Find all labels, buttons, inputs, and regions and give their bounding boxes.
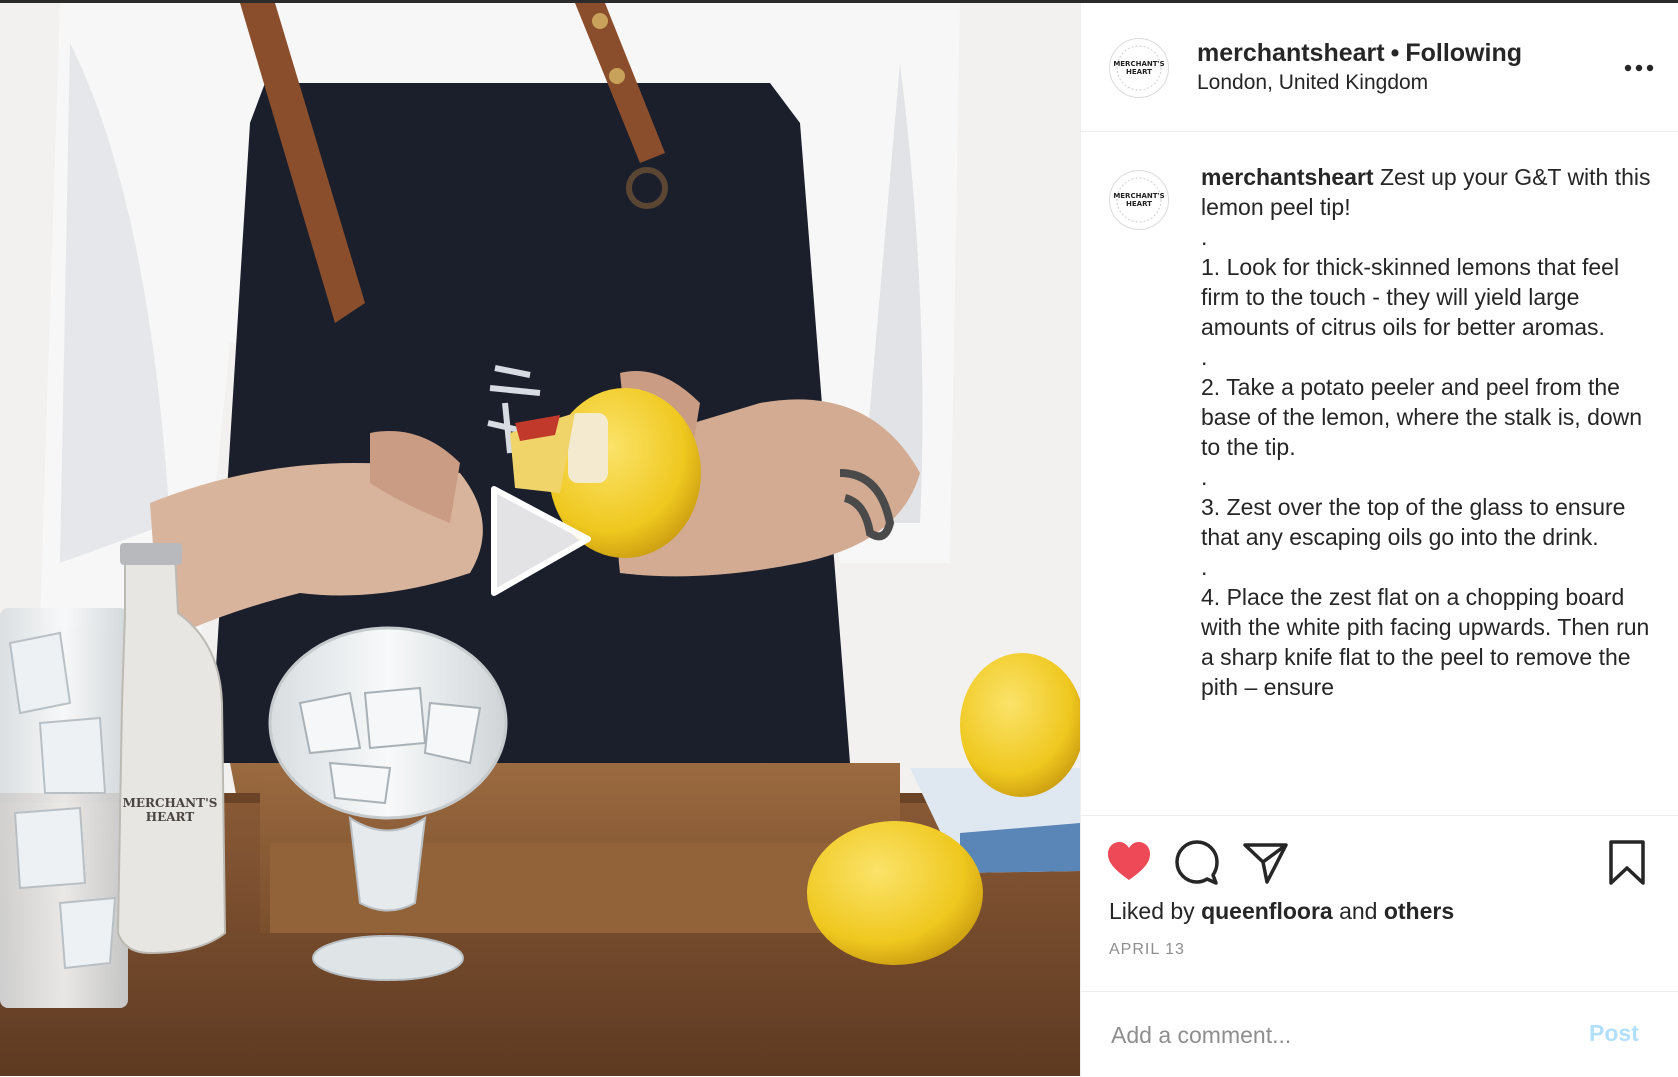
caption-username[interactable]: merchantsheart xyxy=(1201,164,1374,190)
comment-input[interactable] xyxy=(1109,1014,1553,1056)
following-button[interactable]: Following xyxy=(1405,39,1522,67)
liked-by-others[interactable]: others xyxy=(1384,898,1454,924)
post-date[interactable]: APRIL 13 xyxy=(1109,941,1185,959)
bottle-label-line1: MERCHANT'S xyxy=(122,796,218,810)
more-options-button[interactable] xyxy=(1619,53,1659,83)
post-location[interactable]: London, United Kingdom xyxy=(1197,70,1428,96)
caption-line: . xyxy=(1201,464,1208,490)
post-username[interactable]: merchantsheart xyxy=(1197,39,1385,67)
more-options-icon xyxy=(1624,64,1654,72)
heart-icon xyxy=(1108,842,1150,880)
caption-line: . xyxy=(1201,344,1208,370)
caption-area: MERCHANT'S HEART merchantsheart Zest up … xyxy=(1081,132,1678,815)
play-icon xyxy=(491,486,591,596)
play-button[interactable] xyxy=(488,481,598,601)
save-button[interactable] xyxy=(1603,838,1651,886)
likes-joiner: and xyxy=(1339,898,1378,924)
comment-icon xyxy=(1175,840,1219,885)
caption-text: merchantsheart Zest up your G&T with thi… xyxy=(1201,162,1661,702)
separator-dot: • xyxy=(1390,39,1400,67)
caption-line: . xyxy=(1201,224,1208,250)
caption-avatar-logo-line2: HEART xyxy=(1126,200,1152,208)
post-video[interactable]: MERCHANT'S HEART xyxy=(0,3,1080,1076)
avatar-logo-line1: MERCHANT'S xyxy=(1113,60,1165,68)
caption-line: 3. Zest over the top of the glass to ens… xyxy=(1201,494,1626,550)
share-icon xyxy=(1243,843,1288,884)
avatar-logo-line2: HEART xyxy=(1126,68,1152,76)
share-button[interactable] xyxy=(1241,838,1289,886)
caption-line: . xyxy=(1201,554,1208,580)
post-comment-button[interactable]: Post xyxy=(1589,1020,1639,1047)
liked-by-user[interactable]: queenfloora xyxy=(1201,898,1333,924)
post-actions: Liked by queenfloora and others APRIL 13 xyxy=(1081,815,1678,992)
caption-avatar[interactable]: MERCHANT'S HEART xyxy=(1109,170,1169,230)
caption-line: 4. Place the zest flat on a chopping boa… xyxy=(1201,584,1650,700)
post-header: MERCHANT'S HEART merchantsheart • Followin… xyxy=(1081,3,1678,132)
caption-line: 1. Look for thick-skinned lemons that fe… xyxy=(1201,254,1620,340)
bottle-label-line2: HEART xyxy=(145,810,195,824)
bottle-label: MERCHANT'S HEART xyxy=(120,796,220,824)
caption-avatar-logo-line1: MERCHANT'S xyxy=(1113,192,1165,200)
avatar[interactable]: MERCHANT'S HEART xyxy=(1109,38,1169,98)
caption-first-line: merchantsheart Zest up your G&T with thi… xyxy=(1201,162,1661,222)
post-sidebar: MERCHANT'S HEART merchantsheart • Followin… xyxy=(1080,3,1678,1076)
user-line: merchantsheart • Following xyxy=(1197,37,1522,69)
likes-prefix: Liked by xyxy=(1109,898,1195,924)
caption-line: 2. Take a potato peeler and peel from th… xyxy=(1201,374,1643,460)
like-button[interactable] xyxy=(1105,838,1153,886)
bookmark-icon xyxy=(1609,840,1645,885)
likes-summary: Liked by queenfloora and others xyxy=(1109,896,1454,926)
comment-button[interactable] xyxy=(1173,838,1221,886)
comment-bar: Post xyxy=(1081,991,1678,1077)
